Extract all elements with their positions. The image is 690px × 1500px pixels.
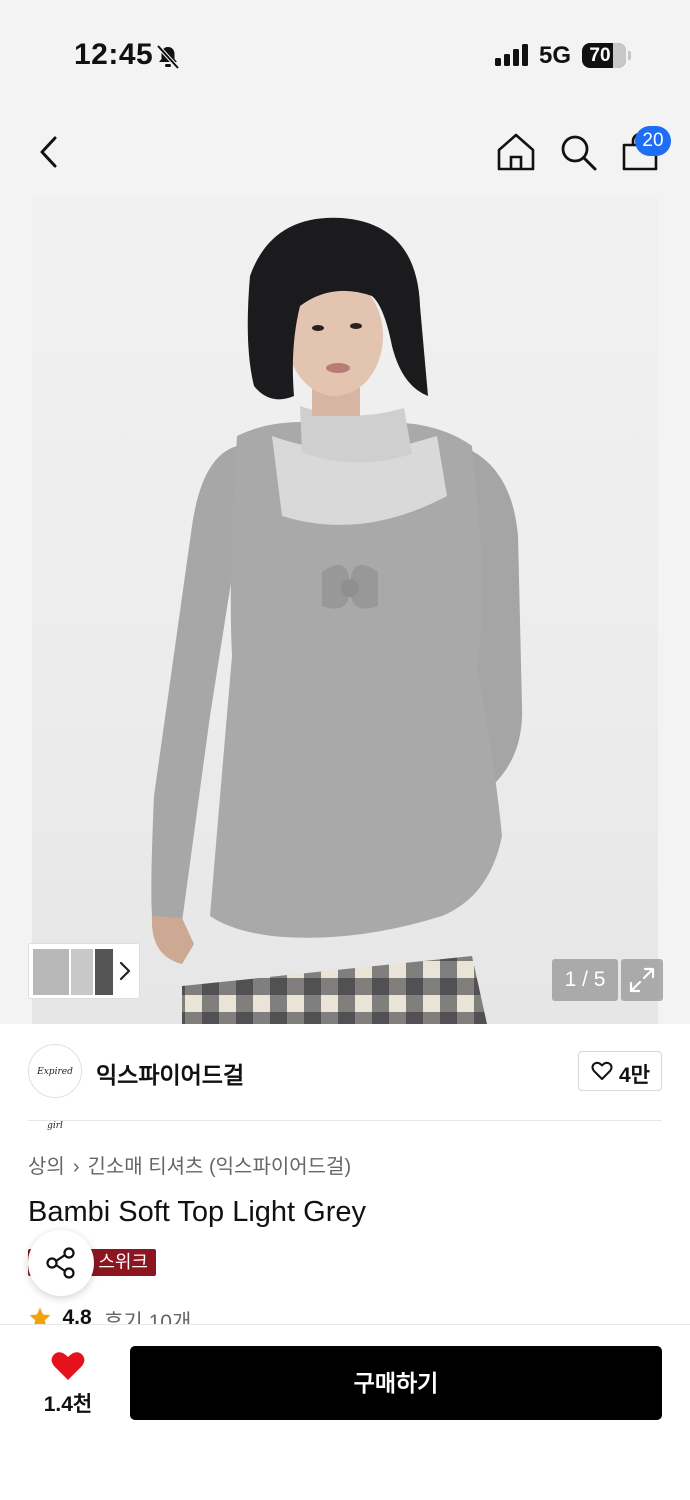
back-icon[interactable] (28, 130, 72, 174)
heart-filled-icon (51, 1352, 85, 1380)
thumbnail-image[interactable] (71, 949, 93, 995)
product-photo-illustration (151, 217, 523, 1024)
cart-count-badge: 20 (635, 126, 671, 156)
chevron-right-icon[interactable] (118, 960, 132, 982)
image-counter: 1 / 5 (552, 959, 618, 1001)
breadcrumb-category[interactable]: 상의 (28, 1156, 65, 1178)
status-time: 12:45 (74, 38, 154, 71)
thumbnail-image[interactable] (33, 949, 69, 995)
like-count: 1.4천 (43, 1393, 93, 1416)
status-bar: 12:45 5G 70 (0, 0, 690, 110)
buy-button[interactable]: 구매하기 (130, 1346, 662, 1420)
app-header (0, 110, 690, 194)
brand-logo[interactable]: Expired girl (28, 1044, 82, 1131)
battery-level: 70 (589, 45, 611, 66)
expand-icon (629, 967, 655, 993)
breadcrumb-subcategory[interactable]: 긴소매 티셔츠 (익스파이어드걸) (87, 1156, 351, 1178)
brand-like-button[interactable]: 4만 (578, 1051, 662, 1091)
share-icon (46, 1247, 75, 1279)
signal-icon (495, 44, 528, 66)
expand-button[interactable] (621, 959, 663, 1001)
heart-outline-icon (591, 1061, 613, 1080)
battery-icon: 70 (582, 43, 626, 68)
network-type: 5G (539, 42, 572, 69)
product-image[interactable] (32, 196, 658, 1024)
battery-cap (628, 51, 631, 60)
divider (28, 1120, 662, 1121)
bell-off-icon (156, 44, 180, 70)
breadcrumb-separator-icon: › (72, 1156, 80, 1178)
search-icon[interactable] (556, 130, 600, 174)
thumbnail-image[interactable] (95, 949, 113, 995)
home-icon[interactable] (494, 130, 538, 174)
breadcrumb: 상의 › 긴소매 티셔츠 (익스파이어드걸) (28, 1150, 351, 1179)
share-button[interactable] (28, 1230, 94, 1296)
brand-name[interactable]: 익스파이어드걸 (96, 1056, 244, 1090)
like-button[interactable]: 1.4천 (28, 1346, 108, 1422)
product-title: Bambi Soft Top Light Grey (28, 1196, 366, 1228)
brand-like-count: 4만 (619, 1064, 650, 1087)
